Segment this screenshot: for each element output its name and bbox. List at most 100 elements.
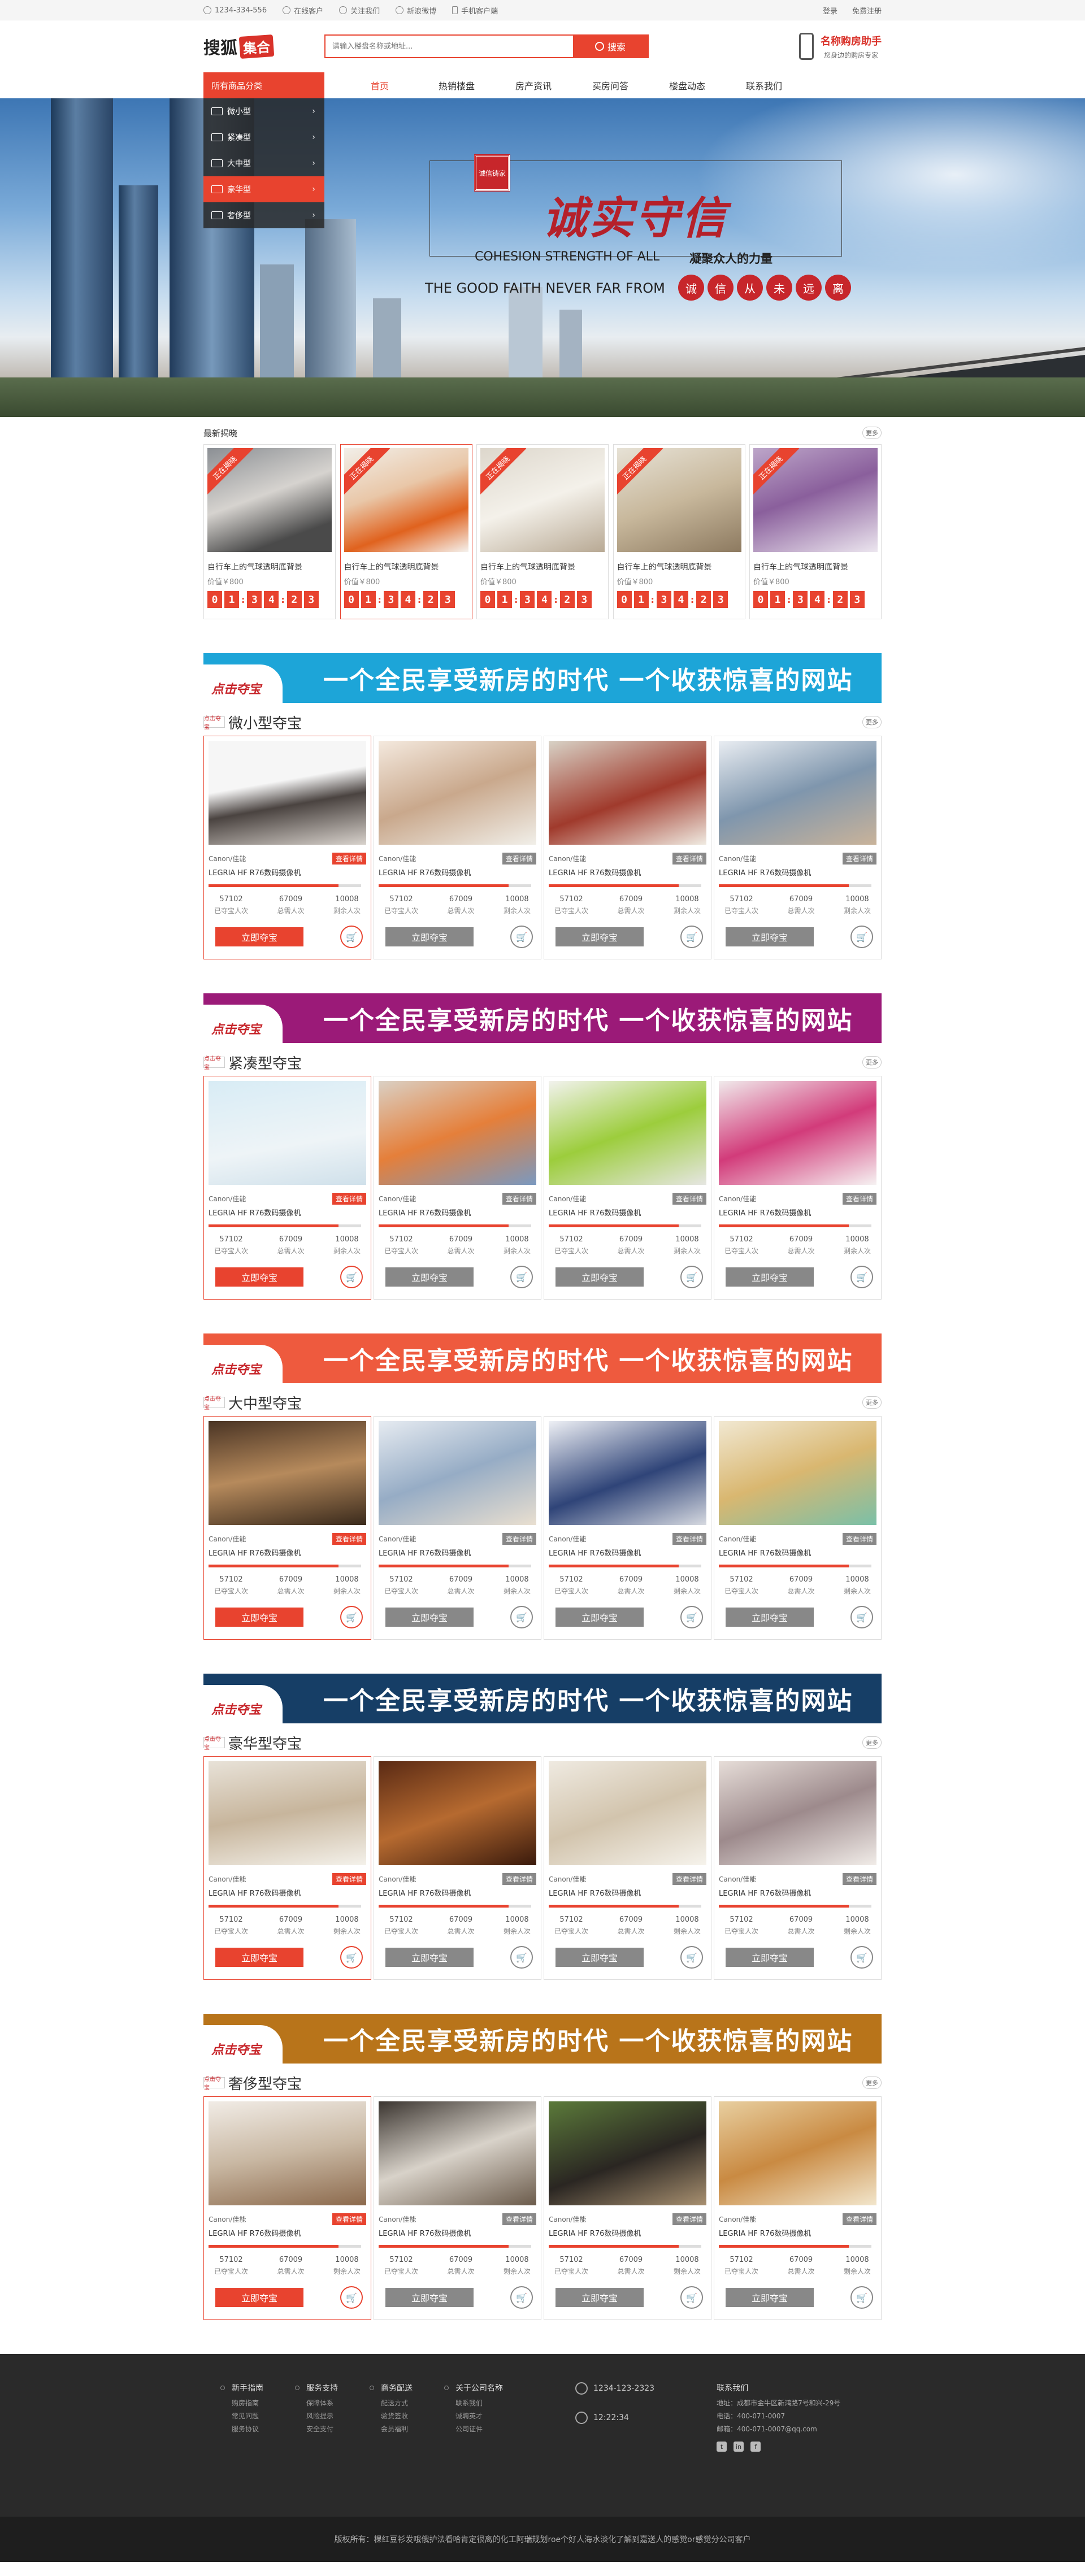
topbar-link-follow[interactable]: 关注我们: [339, 5, 380, 16]
footer-link[interactable]: 会员福利: [381, 2424, 455, 2434]
latest-item[interactable]: 正在揭晓 自行车上的气球透明底背景 价值￥800 01: 34: 23: [340, 444, 472, 619]
section-banner[interactable]: 点击夺宝 一个全民享受新房的时代 一个收获惊喜的网站: [203, 1674, 882, 1724]
detail-button[interactable]: 查看详情: [332, 2213, 366, 2225]
cart-icon[interactable]: 🛒: [510, 926, 533, 948]
topbar-link-weibo[interactable]: 新浪微博: [396, 5, 436, 16]
nav-contact[interactable]: 联系我们: [726, 79, 802, 92]
snatch-button[interactable]: 立即夺宝: [215, 2288, 303, 2307]
topbar-link-mobile[interactable]: 手机客户端: [452, 5, 498, 16]
cart-icon[interactable]: 🛒: [510, 1946, 533, 1969]
product-card[interactable]: Canon/佳能 查看详情 LEGRIA HF R76数码摄像机 57102 已夺宝…: [544, 1756, 711, 1980]
snatch-button[interactable]: 立即夺宝: [215, 1267, 303, 1287]
nav-hot[interactable]: 热销楼盘: [418, 79, 495, 92]
latest-more-button[interactable]: 更多: [862, 427, 882, 439]
topbar-link-online-service[interactable]: 在线客户: [283, 5, 323, 16]
detail-button[interactable]: 查看详情: [672, 2213, 706, 2225]
footer-link[interactable]: 保障体系: [306, 2398, 381, 2408]
product-card[interactable]: Canon/佳能 查看详情 LEGRIA HF R76数码摄像机 57102 已夺宝…: [714, 1076, 882, 1300]
nav-home[interactable]: 首页: [341, 79, 418, 92]
detail-button[interactable]: 查看详情: [842, 1533, 876, 1545]
cart-icon[interactable]: 🛒: [340, 926, 363, 948]
cart-icon[interactable]: 🛒: [680, 926, 703, 948]
site-logo[interactable]: 搜狐 集合: [203, 34, 275, 59]
product-card[interactable]: Canon/佳能 查看详情 LEGRIA HF R76数码摄像机 57102 已夺宝…: [714, 736, 882, 959]
product-card[interactable]: Canon/佳能 查看详情 LEGRIA HF R76数码摄像机 57102 已夺宝…: [374, 1076, 541, 1300]
snatch-button[interactable]: 立即夺宝: [385, 1948, 474, 1967]
cart-icon[interactable]: 🛒: [510, 1266, 533, 1288]
section-banner[interactable]: 点击夺宝 一个全民享受新房的时代 一个收获惊喜的网站: [203, 1333, 882, 1384]
cart-icon[interactable]: 🛒: [680, 1946, 703, 1969]
product-card[interactable]: Canon/佳能 查看详情 LEGRIA HF R76数码摄像机 57102 已夺宝…: [714, 1416, 882, 1640]
section-banner[interactable]: 点击夺宝 一个全民享受新房的时代 一个收获惊喜的网站: [203, 993, 882, 1044]
detail-button[interactable]: 查看详情: [502, 2213, 536, 2225]
snatch-button[interactable]: 立即夺宝: [215, 1948, 303, 1967]
product-card[interactable]: Canon/佳能 查看详情 LEGRIA HF R76数码摄像机 57102 已夺宝…: [544, 1416, 711, 1640]
detail-button[interactable]: 查看详情: [842, 2213, 876, 2225]
product-card[interactable]: Canon/佳能 查看详情 LEGRIA HF R76数码摄像机 57102 已夺宝…: [203, 1076, 371, 1300]
snatch-button[interactable]: 立即夺宝: [726, 1267, 814, 1287]
detail-button[interactable]: 查看详情: [842, 1193, 876, 1205]
section-more-button[interactable]: 更多: [862, 1056, 882, 1068]
snatch-button[interactable]: 立即夺宝: [555, 1948, 644, 1967]
facebook-icon[interactable]: f: [750, 2442, 761, 2452]
buyer-assistant[interactable]: 名称购房助手 您身边的购房专家: [799, 33, 882, 60]
cart-icon[interactable]: 🛒: [340, 1946, 363, 1969]
detail-button[interactable]: 查看详情: [502, 1533, 536, 1545]
product-card[interactable]: Canon/佳能 查看详情 LEGRIA HF R76数码摄像机 57102 已夺宝…: [714, 2096, 882, 2320]
footer-link[interactable]: 诚聘英才: [455, 2411, 530, 2421]
footer-link[interactable]: 公司证件: [455, 2424, 530, 2434]
detail-button[interactable]: 查看详情: [842, 853, 876, 865]
search-button[interactable]: 搜索: [573, 36, 648, 57]
linkedin-icon[interactable]: in: [734, 2442, 744, 2452]
detail-button[interactable]: 查看详情: [332, 1193, 366, 1205]
detail-button[interactable]: 查看详情: [332, 1873, 366, 1885]
search-input[interactable]: [326, 36, 573, 57]
section-more-button[interactable]: 更多: [862, 716, 882, 728]
detail-button[interactable]: 查看详情: [672, 1533, 706, 1545]
snatch-button[interactable]: 立即夺宝: [555, 927, 644, 946]
product-card[interactable]: Canon/佳能 查看详情 LEGRIA HF R76数码摄像机 57102 已夺宝…: [203, 1416, 371, 1640]
product-card[interactable]: Canon/佳能 查看详情 LEGRIA HF R76数码摄像机 57102 已夺宝…: [203, 736, 371, 959]
latest-item[interactable]: 正在揭晓 自行车上的气球透明底背景 价值￥800 01: 34: 23: [749, 444, 882, 619]
product-card[interactable]: Canon/佳能 查看详情 LEGRIA HF R76数码摄像机 57102 已夺宝…: [544, 2096, 711, 2320]
cart-icon[interactable]: 🛒: [850, 1266, 873, 1288]
category-item-compact[interactable]: 紧凑型 ›: [203, 124, 324, 150]
cart-icon[interactable]: 🛒: [340, 1266, 363, 1288]
product-card[interactable]: Canon/佳能 查看详情 LEGRIA HF R76数码摄像机 57102 已夺宝…: [374, 1416, 541, 1640]
product-card[interactable]: Canon/佳能 查看详情 LEGRIA HF R76数码摄像机 57102 已夺宝…: [203, 1756, 371, 1980]
snatch-button[interactable]: 立即夺宝: [555, 2288, 644, 2307]
product-card[interactable]: Canon/佳能 查看详情 LEGRIA HF R76数码摄像机 57102 已夺宝…: [374, 1756, 541, 1980]
snatch-button[interactable]: 立即夺宝: [385, 927, 474, 946]
cart-icon[interactable]: 🛒: [340, 1606, 363, 1628]
detail-button[interactable]: 查看详情: [502, 1193, 536, 1205]
product-card[interactable]: Canon/佳能 查看详情 LEGRIA HF R76数码摄像机 57102 已夺宝…: [714, 1756, 882, 1980]
snatch-button[interactable]: 立即夺宝: [215, 927, 303, 946]
snatch-button[interactable]: 立即夺宝: [385, 2288, 474, 2307]
snatch-button[interactable]: 立即夺宝: [385, 1608, 474, 1627]
section-more-button[interactable]: 更多: [862, 1736, 882, 1749]
cart-icon[interactable]: 🛒: [680, 2286, 703, 2309]
footer-link[interactable]: 联系我们: [455, 2398, 530, 2408]
latest-item[interactable]: 正在揭晓 自行车上的气球透明底背景 价值￥800 01: 34: 23: [613, 444, 745, 619]
snatch-button[interactable]: 立即夺宝: [385, 1267, 474, 1287]
footer-link[interactable]: 安全支付: [306, 2424, 381, 2434]
login-link[interactable]: 登录: [823, 5, 837, 16]
cart-icon[interactable]: 🛒: [680, 1606, 703, 1628]
cart-icon[interactable]: 🛒: [850, 926, 873, 948]
detail-button[interactable]: 查看详情: [332, 1533, 366, 1545]
snatch-button[interactable]: 立即夺宝: [726, 2288, 814, 2307]
latest-item[interactable]: 正在揭晓 自行车上的气球透明底背景 价值￥800 01: 34: 23: [476, 444, 609, 619]
cart-icon[interactable]: 🛒: [850, 1606, 873, 1628]
section-more-button[interactable]: 更多: [862, 2077, 882, 2089]
register-link[interactable]: 免费注册: [852, 5, 882, 16]
section-banner[interactable]: 点击夺宝 一个全民享受新房的时代 一个收获惊喜的网站: [203, 653, 882, 704]
section-banner[interactable]: 点击夺宝 一个全民享受新房的时代 一个收获惊喜的网站: [203, 2014, 882, 2065]
snatch-button[interactable]: 立即夺宝: [726, 927, 814, 946]
footer-link[interactable]: 验货签收: [381, 2411, 455, 2421]
detail-button[interactable]: 查看详情: [672, 853, 706, 865]
detail-button[interactable]: 查看详情: [672, 1873, 706, 1885]
footer-link[interactable]: 购房指南: [232, 2398, 306, 2408]
cart-icon[interactable]: 🛒: [340, 2286, 363, 2309]
product-card[interactable]: Canon/佳能 查看详情 LEGRIA HF R76数码摄像机 57102 已夺宝…: [374, 2096, 541, 2320]
snatch-button[interactable]: 立即夺宝: [215, 1608, 303, 1627]
